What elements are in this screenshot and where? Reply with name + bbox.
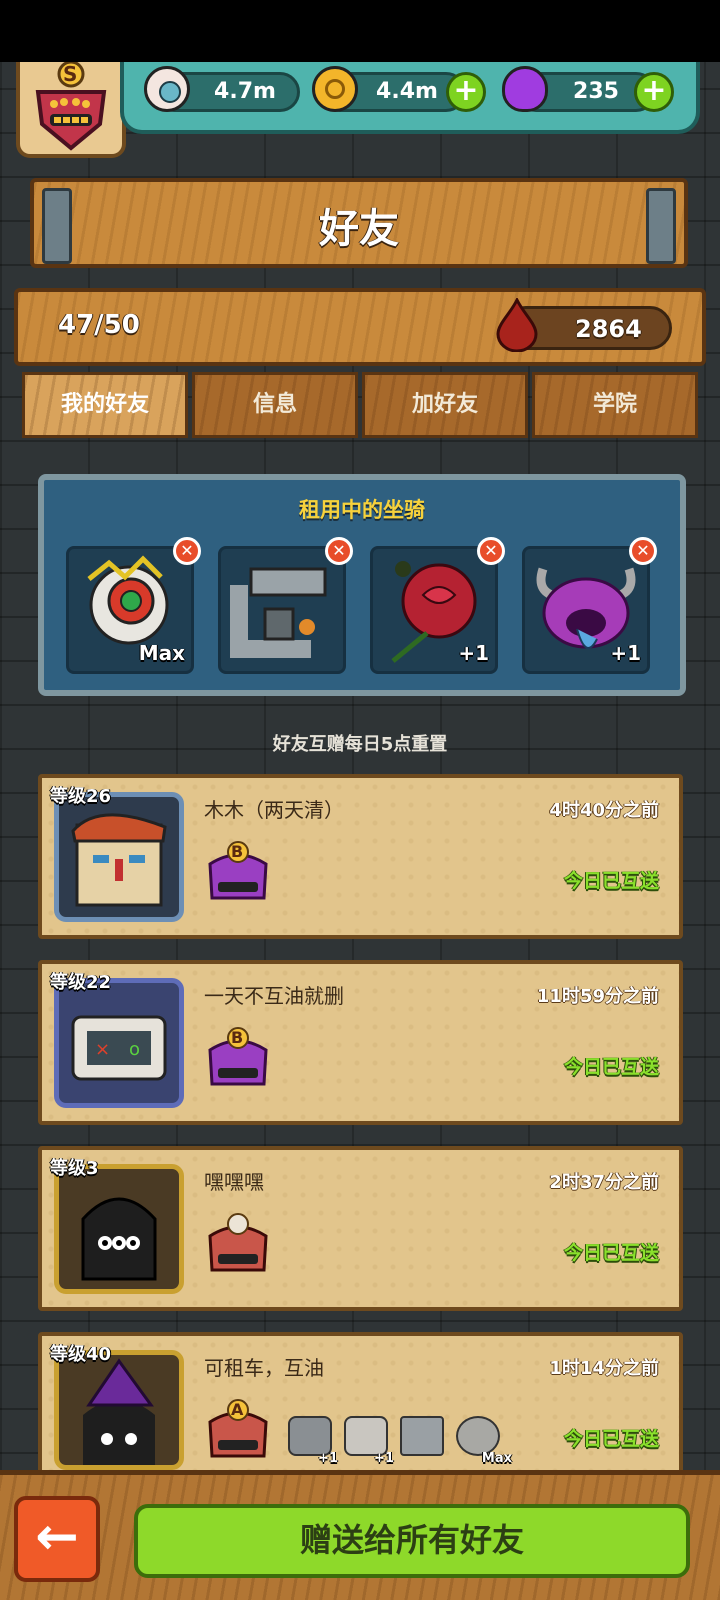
sofa-monster-icon: × o — [71, 1015, 167, 1081]
potions-value: 235 — [573, 79, 619, 104]
friend-card[interactable]: 等级26 木木（两天清） 4时40分之前 今日已互送 B — [38, 774, 683, 939]
friend-name: 可租车，互油 — [204, 1356, 324, 1380]
friend-name: 嘿嘿嘿 — [204, 1170, 264, 1194]
page-title: 好友 — [319, 206, 399, 252]
friend-level: 等级26 — [50, 786, 112, 807]
friend-level: 等级22 — [50, 972, 112, 993]
remove-mount-button[interactable]: ✕ — [629, 537, 657, 565]
mount-slot[interactable]: ✕ Max — [66, 537, 201, 674]
friend-last-seen: 1时14分之前 — [549, 1358, 659, 1379]
mount-level-tag: +1 — [458, 641, 489, 665]
rank-badge-icon — [208, 1213, 268, 1272]
tab-messages[interactable]: 信息 — [192, 372, 358, 438]
remove-mount-button[interactable]: ✕ — [173, 537, 201, 565]
robot-face-icon — [71, 813, 167, 907]
friend-avatar[interactable]: × o — [54, 978, 184, 1108]
rented-mounts-panel: 租用中的坐骑 ✕ Max ✕ ✕ +1 ✕ +1 — [38, 474, 686, 696]
svg-text:o: o — [129, 1039, 140, 1060]
friend-avatar[interactable] — [54, 1164, 184, 1294]
blood-value: 2864 — [575, 315, 642, 343]
friend-gift-status: 今日已互送 — [563, 1242, 659, 1264]
mini-mount-tag: +1 — [318, 1451, 338, 1466]
friend-gift-status: 今日已互送 — [563, 1428, 659, 1450]
remove-mount-button[interactable]: ✕ — [325, 537, 353, 565]
friend-card[interactable]: × o 等级22 一天不互油就删 11时59分之前 今日已互送 B — [38, 960, 683, 1125]
mount-slot[interactable]: ✕ — [218, 537, 353, 674]
mini-mount: +1 — [344, 1416, 394, 1466]
friend-gift-status: 今日已互送 — [563, 1056, 659, 1078]
add-coins-button[interactable]: + — [446, 72, 486, 112]
friend-level: 等级40 — [50, 1344, 112, 1365]
mini-mount: +1 — [288, 1416, 338, 1466]
remove-mount-button[interactable]: ✕ — [477, 537, 505, 565]
mini-mount-tag: Max — [481, 1451, 512, 1466]
mount-slot[interactable]: ✕ +1 — [370, 537, 505, 674]
witch-hat-icon — [83, 1358, 155, 1465]
coins-value: 4.4m — [376, 79, 438, 104]
player-rank-letter: S — [63, 62, 78, 86]
tab-add-friend[interactable]: 加好友 — [362, 372, 528, 438]
friend-avatar[interactable] — [54, 1350, 184, 1470]
mount-level-tag: +1 — [610, 641, 641, 665]
player-avatar[interactable]: S — [16, 60, 126, 158]
mini-mount — [400, 1416, 450, 1466]
reset-note: 好友互赠每日5点重置 — [272, 734, 448, 755]
eyes-value: 4.7m — [214, 79, 276, 104]
friend-avatar[interactable] — [54, 792, 184, 922]
mount-slot[interactable]: ✕ +1 — [522, 537, 657, 674]
blood-drop-icon — [496, 298, 538, 352]
title-plank: 好友 — [30, 178, 688, 268]
machine-icon — [230, 567, 327, 658]
friend-name: 木木（两天清） — [204, 798, 344, 822]
eyeball-icon — [144, 66, 190, 112]
mount-level-tag: Max — [138, 641, 185, 665]
add-potions-button[interactable]: + — [634, 72, 674, 112]
friend-count: 47/50 — [58, 310, 140, 340]
friend-last-seen: 2时37分之前 — [549, 1172, 659, 1193]
rented-mounts-title: 租用中的坐骑 — [299, 498, 425, 522]
friend-gift-status: 今日已互送 — [563, 870, 659, 892]
back-button[interactable]: ← — [14, 1496, 100, 1582]
tab-bar: 我的好友 信息 加好友 学院 — [22, 372, 698, 438]
tab-my-friends[interactable]: 我的好友 — [22, 372, 188, 438]
coin-icon — [312, 66, 358, 112]
status-bar — [0, 0, 720, 62]
back-arrow-icon: ← — [35, 1507, 79, 1567]
send-all-button[interactable]: 赠送给所有好友 — [134, 1504, 690, 1578]
friend-last-seen: 4时40分之前 — [549, 800, 659, 821]
tab-academy[interactable]: 学院 — [532, 372, 698, 438]
potion-icon — [502, 66, 548, 112]
counter-plank: 47/50 2864 — [14, 288, 706, 366]
svg-text:×: × — [95, 1039, 110, 1060]
friend-card[interactable]: 等级3 嘿嘿嘿 2时37分之前 今日已互送 — [38, 1146, 683, 1311]
friend-name: 一天不互油就删 — [204, 984, 344, 1008]
rank-letter: B — [231, 1028, 244, 1047]
rank-letter: B — [231, 842, 244, 861]
mini-mount: Max — [456, 1416, 512, 1466]
friend-level: 等级3 — [50, 1158, 99, 1179]
rank-letter: A — [231, 1400, 244, 1419]
mini-mount-tag: +1 — [374, 1451, 394, 1466]
friend-last-seen: 11时59分之前 — [536, 986, 659, 1007]
black-blob-icon — [81, 1197, 157, 1281]
resource-bar: 4.7m 4.4m + 235 + — [120, 62, 700, 134]
